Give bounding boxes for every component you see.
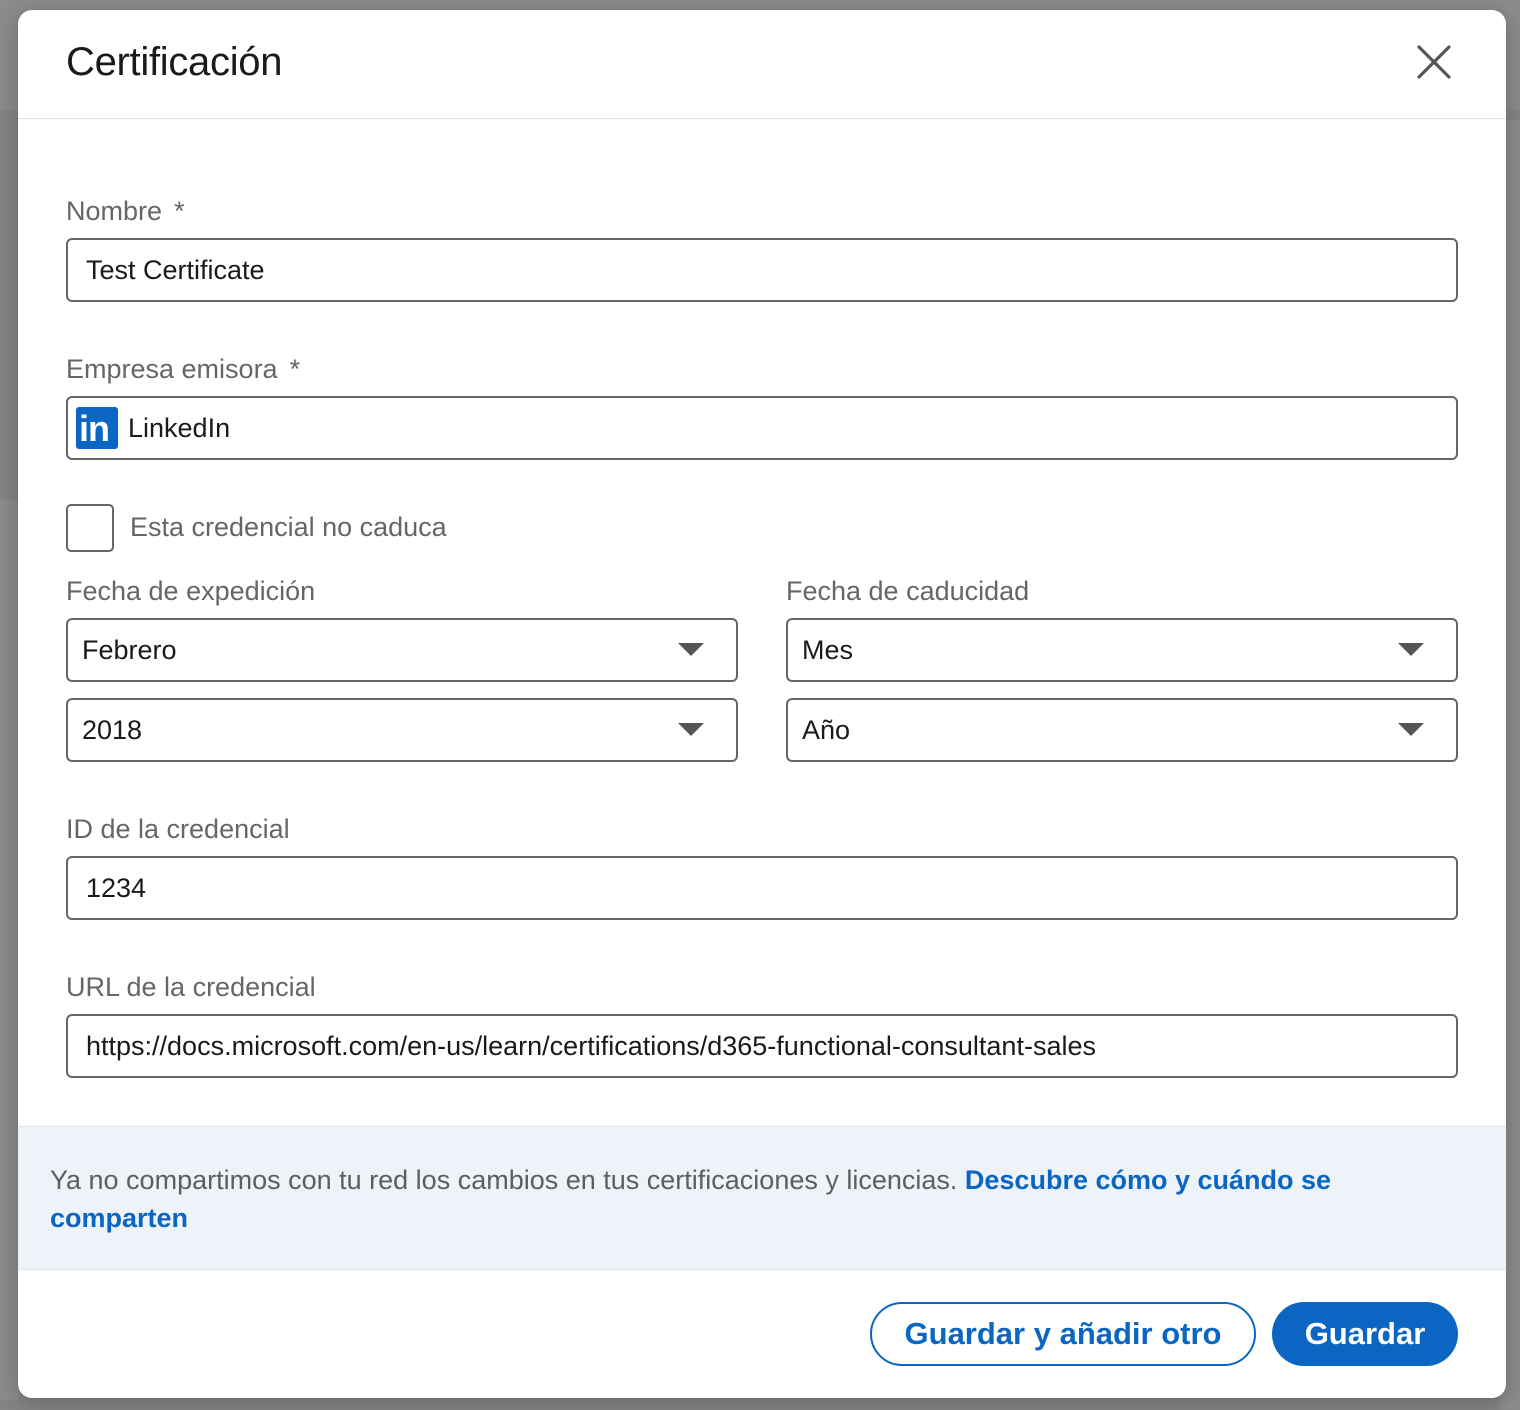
credential-id-input[interactable]: 1234 [66,856,1458,920]
notice-message: Ya no compartimos con tu red los cambios… [50,1165,965,1195]
linkedin-logo-icon: in [76,407,118,449]
expiry-year-value: Año [802,714,851,745]
name-label-text: Nombre [66,196,163,226]
sharing-notice-text: Ya no compartimos con tu red los cambios… [50,1161,1450,1237]
no-expiry-label[interactable]: Esta credencial no caduca [130,512,447,543]
issue-year-select[interactable]: 2018 [66,698,738,762]
sharing-notice: Ya no compartimos con tu red los cambios… [18,1126,1506,1270]
dialog-header: Certificación [18,10,1506,119]
expiry-year-select[interactable]: Año [786,698,1458,762]
issue-date-label: Fecha de expedición [66,576,316,606]
issuer-label-text: Empresa emisora [66,354,278,384]
credential-url-value: https://docs.microsoft.com/en-us/learn/c… [86,1030,1096,1061]
credential-id-value: 1234 [86,872,147,903]
close-button[interactable] [1410,38,1458,86]
name-input-value: Test Certificate [86,254,265,285]
linkedin-logo-text: in [79,408,110,449]
credential-url-input[interactable]: https://docs.microsoft.com/en-us/learn/c… [66,1014,1458,1078]
credential-id-label: ID de la credencial [66,814,290,844]
issuer-label: Empresa emisora * [66,354,300,385]
chevron-down-icon [678,723,704,736]
save-and-add-button[interactable]: Guardar y añadir otro [870,1302,1256,1366]
issue-month-value: Febrero [82,634,177,665]
close-icon [1417,45,1451,79]
dialog-title: Certificación [66,40,283,84]
expiry-month-value: Mes [802,634,854,665]
issuer-input[interactable]: in LinkedIn [66,396,1458,460]
save-button[interactable]: Guardar [1272,1302,1458,1366]
chevron-down-icon [1398,643,1424,656]
credential-url-label: URL de la credencial [66,972,316,1002]
expiry-date-label: Fecha de caducidad [786,576,1030,606]
issue-year-value: 2018 [82,714,143,745]
required-mark: * [289,354,301,384]
issue-month-select[interactable]: Febrero [66,618,738,682]
name-input[interactable]: Test Certificate [66,238,1458,302]
required-mark: * [174,196,185,226]
issuer-input-value: LinkedIn [128,412,231,443]
name-label: Nombre * [66,196,185,227]
certification-dialog: Certificación Nombre * Test Certificate E… [18,10,1506,1398]
chevron-down-icon [1398,723,1424,736]
chevron-down-icon [678,643,704,656]
no-expiry-checkbox[interactable] [66,504,114,552]
expiry-month-select[interactable]: Mes [786,618,1458,682]
